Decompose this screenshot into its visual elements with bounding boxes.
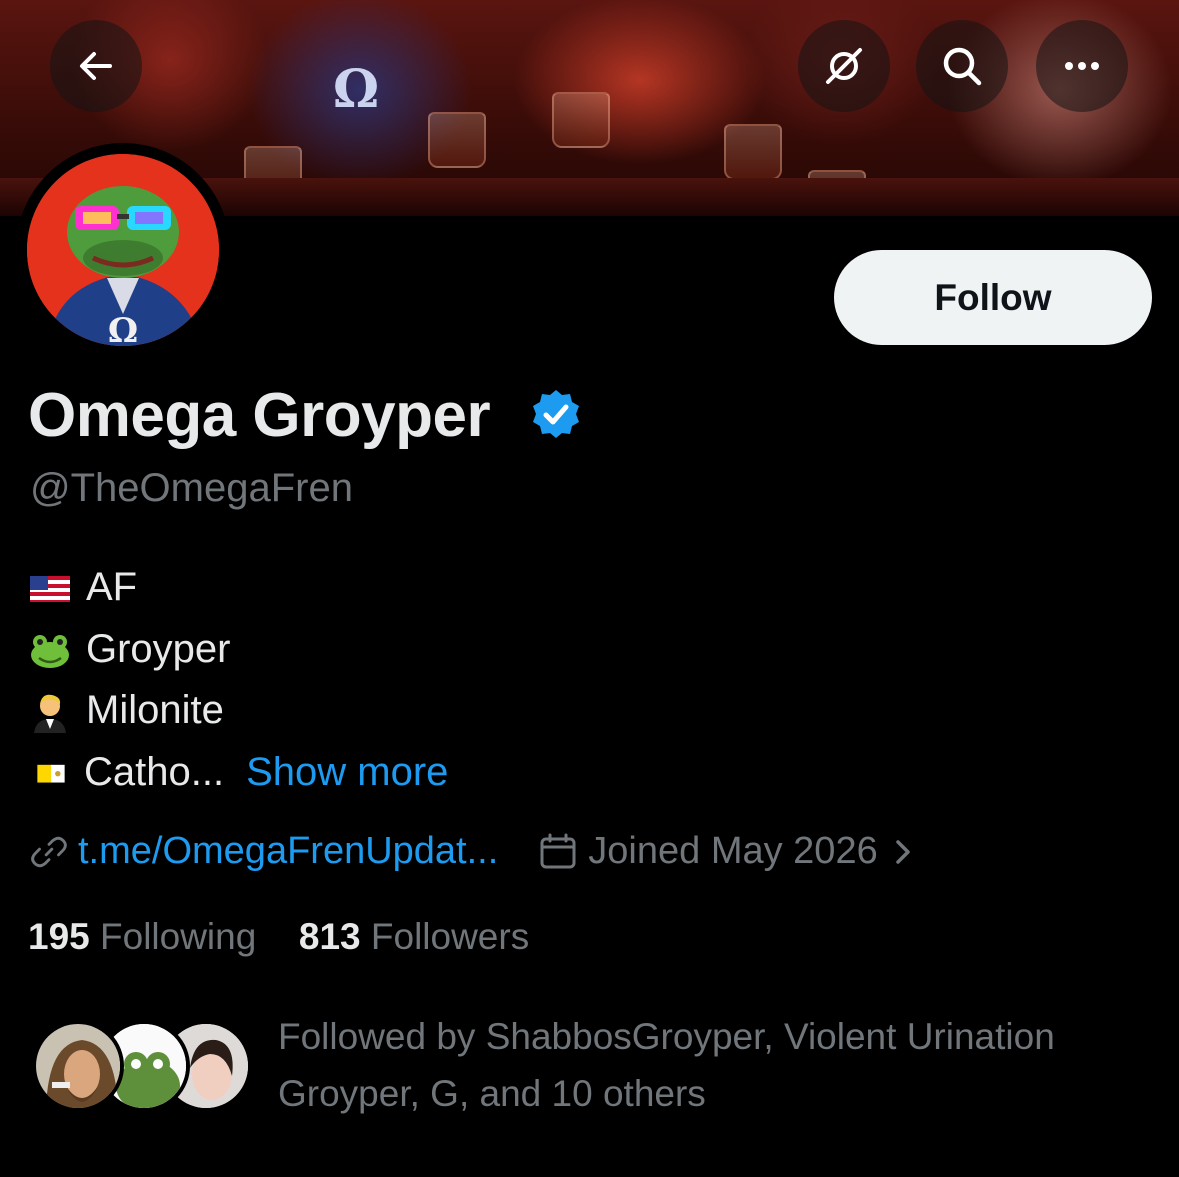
back-button[interactable] <box>50 20 142 112</box>
followers-label: Followers <box>370 916 530 957</box>
search-button[interactable] <box>916 20 1008 112</box>
more-dots-icon <box>1065 62 1099 70</box>
followed-by-avatars[interactable] <box>32 1020 262 1116</box>
follower-avatar <box>32 1020 124 1112</box>
arrow-left-icon <box>80 52 112 80</box>
joined-date[interactable]: Joined May 2026 <box>588 830 877 873</box>
show-more-link[interactable]: Show more <box>246 750 448 795</box>
banner-omega-logo: Ω <box>332 59 380 120</box>
handle: @TheOmegaFren <box>30 466 353 510</box>
verified-badge-icon[interactable] <box>530 388 582 440</box>
bio-line: AF <box>28 565 137 610</box>
svg-text:Ω: Ω <box>108 311 138 346</box>
followed-by-text[interactable]: Followed by ShabbosGroyper, Violent Urin… <box>278 1008 1158 1122</box>
frog-icon <box>31 634 69 668</box>
bio-line: Milonite <box>28 688 224 733</box>
search-icon <box>943 47 982 86</box>
avatar[interactable]: Ω <box>27 154 219 346</box>
display-name: Omega Groyper <box>28 381 491 450</box>
profile-website-link[interactable]: t.me/OmegaFrenUpdat... <box>78 830 498 873</box>
profile-page: Ω Ω Follow Omega Groyper @TheOmegaFren A… <box>0 0 1179 1177</box>
bio-line: Catho... Show more <box>28 750 448 795</box>
pepe-avatar-image: Ω <box>27 154 219 346</box>
follow-button[interactable]: Follow <box>834 250 1152 345</box>
more-options-button[interactable] <box>1036 20 1128 112</box>
followers-stat[interactable]: 813 Followers <box>299 916 529 957</box>
bio-text: Catho... <box>84 750 225 794</box>
us-flag-icon <box>30 575 70 602</box>
bio-text: Milonite <box>86 688 224 732</box>
following-stat[interactable]: 195 Following <box>28 916 267 957</box>
banner-glass <box>428 112 486 168</box>
link-icon <box>31 836 67 867</box>
person-in-tuxedo-icon <box>34 694 66 733</box>
grok-button[interactable] <box>798 20 890 112</box>
calendar-icon <box>540 833 576 868</box>
vatican-flag-icon <box>37 764 65 783</box>
bio-line: Groyper <box>28 627 231 672</box>
following-label: Following <box>100 916 257 957</box>
following-count: 195 <box>28 916 90 957</box>
bio-text: Groyper <box>86 627 231 671</box>
banner-glass <box>724 124 782 180</box>
follow-stats: 195 Following 813 Followers <box>28 916 529 958</box>
chevron-right-icon[interactable] <box>892 832 916 872</box>
bio-text: AF <box>86 565 138 609</box>
profile-meta: t.me/OmegaFrenUpdat... Joined May 2026 <box>30 830 916 873</box>
grok-icon <box>826 48 862 84</box>
followers-count: 813 <box>298 916 361 957</box>
banner-glass <box>552 92 610 148</box>
